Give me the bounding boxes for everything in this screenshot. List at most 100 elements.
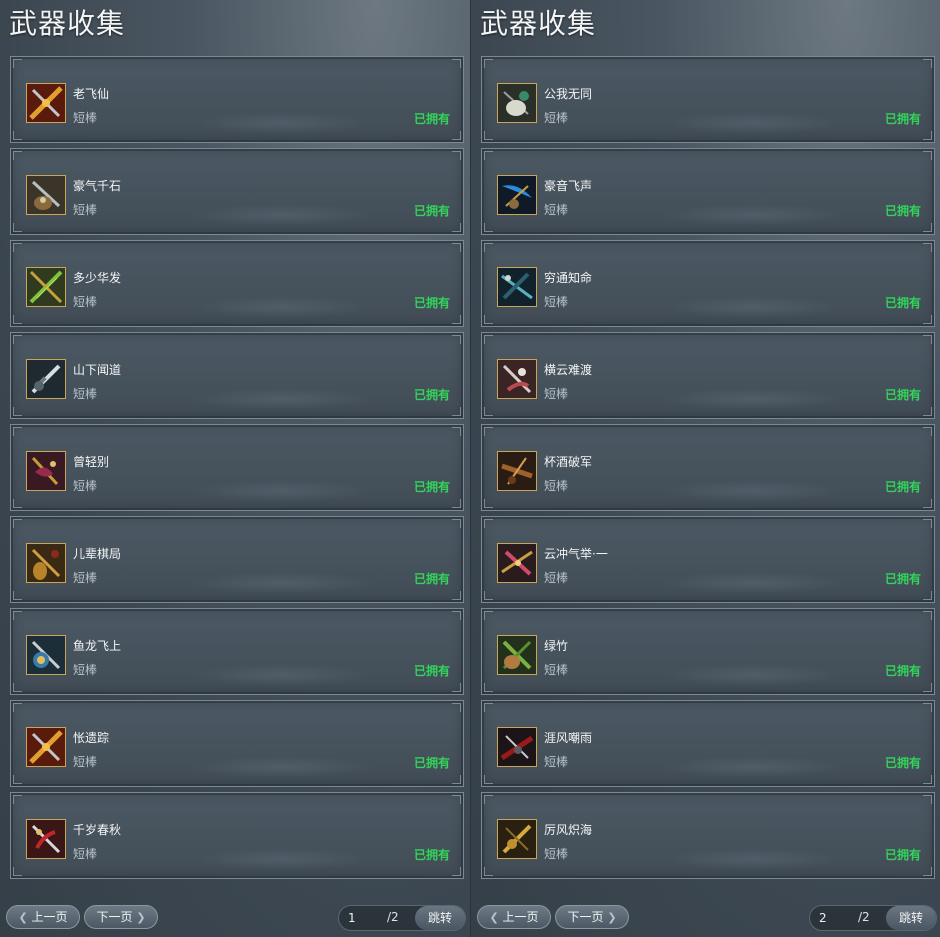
weapon-type: 短棒 xyxy=(544,571,569,585)
weapon-type: 短棒 xyxy=(73,387,98,401)
owned-status: 已拥有 xyxy=(413,296,450,310)
prev-page-button[interactable]: ❮ 上一页 xyxy=(6,905,80,929)
chevron-right-icon: ❯ xyxy=(136,911,146,924)
weapon-type: 短棒 xyxy=(73,479,98,493)
next-page-button[interactable]: 下一页 ❯ xyxy=(84,905,158,929)
dark-red-blade-icon xyxy=(497,727,537,767)
weapon-type: 短棒 xyxy=(544,295,569,309)
weapon-list: 老飞仙 短棒 已拥有 豪气千石 短棒 已拥有 多少华发 短棒 已拥有 山下闻道 … xyxy=(10,56,464,884)
red-ribbon-sword-icon xyxy=(26,819,66,859)
weapon-type: 短棒 xyxy=(544,203,569,217)
owned-status: 已拥有 xyxy=(413,572,450,586)
weapon-type: 短棒 xyxy=(544,479,569,493)
weapon-type: 短棒 xyxy=(73,755,98,769)
teal-spear-icon xyxy=(497,267,537,307)
weapon-name: 厉风炽海 xyxy=(544,823,593,837)
weapon-name: 多少华发 xyxy=(73,271,122,285)
weapon-name: 云冲气举·一 xyxy=(544,547,608,561)
prev-page-button[interactable]: ❮ 上一页 xyxy=(477,905,551,929)
weapon-name: 曾轻别 xyxy=(73,455,110,469)
bronze-blade-icon xyxy=(497,451,537,491)
weapon-collection-panel-page-1: 武器收集 老飞仙 短棒 已拥有 豪气千石 短棒 已拥有 多少华发 短棒 已拥有 … xyxy=(0,0,470,937)
chevron-right-icon: ❯ xyxy=(607,911,617,924)
weapon-type: 短棒 xyxy=(544,663,569,677)
owned-status: 已拥有 xyxy=(884,664,921,678)
weapon-card[interactable]: 多少华发 短棒 已拥有 xyxy=(10,240,464,327)
pagination-bar: ❮ 上一页 下一页 ❯ 1 /2 跳转 xyxy=(0,905,470,931)
crossed-green-blades-icon xyxy=(26,267,66,307)
weapon-card[interactable]: 公我无同 短棒 已拥有 xyxy=(481,56,935,143)
weapon-card[interactable]: 豪音飞声 短棒 已拥有 xyxy=(481,148,935,235)
weapon-card[interactable]: 曾轻别 短棒 已拥有 xyxy=(10,424,464,511)
weapon-card[interactable]: 怅遗踪 短棒 已拥有 xyxy=(10,700,464,787)
owned-status: 已拥有 xyxy=(884,204,921,218)
owned-status: 已拥有 xyxy=(884,112,921,126)
weapon-card[interactable]: 厉风炽海 短棒 已拥有 xyxy=(481,792,935,879)
weapon-name: 穷通知命 xyxy=(544,271,593,285)
sword-vase-icon xyxy=(26,543,66,583)
ribbon-sword-icon xyxy=(497,359,537,399)
owned-status: 已拥有 xyxy=(413,848,450,862)
prev-page-label: 上一页 xyxy=(502,910,539,924)
panel-title: 武器收集 xyxy=(9,7,126,40)
weapon-card[interactable]: 云冲气举·一 短棒 已拥有 xyxy=(481,516,935,603)
weapon-name: 山下闻道 xyxy=(73,363,122,377)
weapon-name: 杯酒破军 xyxy=(544,455,593,469)
weapon-name: 豪气千石 xyxy=(73,179,122,193)
owned-status: 已拥有 xyxy=(884,572,921,586)
red-axe-icon xyxy=(26,451,66,491)
weapon-card[interactable]: 横云难渡 短棒 已拥有 xyxy=(481,332,935,419)
weapon-name: 千岁春秋 xyxy=(73,823,122,837)
weapon-type: 短棒 xyxy=(73,571,98,585)
crossed-sword-gold-icon xyxy=(26,727,66,767)
weapon-type: 短棒 xyxy=(544,387,569,401)
weapon-type: 短棒 xyxy=(544,755,569,769)
silver-sword-icon xyxy=(26,359,66,399)
weapon-card[interactable]: 涯风嘲雨 短棒 已拥有 xyxy=(481,700,935,787)
weapon-type: 短棒 xyxy=(73,663,98,677)
crossed-sword-gold-icon xyxy=(26,83,66,123)
weapon-collection-screen: 武器收集 老飞仙 短棒 已拥有 豪气千石 短棒 已拥有 多少华发 短棒 已拥有 … xyxy=(0,0,940,937)
weapon-card[interactable]: 山下闻道 短棒 已拥有 xyxy=(10,332,464,419)
weapon-name: 绿竹 xyxy=(544,639,569,653)
jump-button[interactable]: 跳转 xyxy=(415,906,465,930)
weapon-card[interactable]: 儿辈棋局 短棒 已拥有 xyxy=(10,516,464,603)
weapon-name: 老飞仙 xyxy=(73,87,110,101)
pink-crossed-icon xyxy=(497,543,537,583)
weapon-card[interactable]: 穷通知命 短棒 已拥有 xyxy=(481,240,935,327)
weapon-card[interactable]: 鱼龙飞上 短棒 已拥有 xyxy=(10,608,464,695)
panel-title: 武器收集 xyxy=(480,7,597,40)
weapon-type: 短棒 xyxy=(73,295,98,309)
page-jump-box: 2 /2 跳转 xyxy=(809,905,937,931)
jade-gourd-icon xyxy=(497,83,537,123)
sword-gourd-icon xyxy=(26,175,66,215)
weapon-card[interactable]: 老飞仙 短棒 已拥有 xyxy=(10,56,464,143)
weapon-card[interactable]: 杯酒破军 短棒 已拥有 xyxy=(481,424,935,511)
weapon-name: 豪音飞声 xyxy=(544,179,593,193)
weapon-card[interactable]: 豪气千石 短棒 已拥有 xyxy=(10,148,464,235)
owned-status: 已拥有 xyxy=(884,296,921,310)
weapon-name: 横云难渡 xyxy=(544,363,593,377)
page-total: /2 xyxy=(387,910,399,924)
jump-button[interactable]: 跳转 xyxy=(886,906,936,930)
owned-status: 已拥有 xyxy=(413,756,450,770)
owned-status: 已拥有 xyxy=(884,388,921,402)
owned-status: 已拥有 xyxy=(884,756,921,770)
owned-status: 已拥有 xyxy=(413,388,450,402)
bamboo-gourd-icon xyxy=(497,635,537,675)
prev-page-label: 上一页 xyxy=(31,910,68,924)
weapon-type: 短棒 xyxy=(73,203,98,217)
weapon-collection-panel-page-2: 武器收集 公我无同 短棒 已拥有 豪音飞声 短棒 已拥有 穷通知命 短棒 已拥有… xyxy=(470,0,940,937)
weapon-type: 短棒 xyxy=(544,847,569,861)
weapon-name: 儿辈棋局 xyxy=(73,547,122,561)
weapon-name: 公我无同 xyxy=(544,87,593,101)
next-page-button[interactable]: 下一页 ❯ xyxy=(555,905,629,929)
weapon-card[interactable]: 绿竹 短棒 已拥有 xyxy=(481,608,935,695)
weapon-list: 公我无同 短棒 已拥有 豪音飞声 短棒 已拥有 穷通知命 短棒 已拥有 横云难渡… xyxy=(481,56,935,884)
owned-status: 已拥有 xyxy=(413,204,450,218)
gold-dagger-icon xyxy=(497,819,537,859)
weapon-card[interactable]: 千岁春秋 短棒 已拥有 xyxy=(10,792,464,879)
weapon-name: 怅遗踪 xyxy=(73,731,110,745)
owned-status: 已拥有 xyxy=(413,664,450,678)
weapon-name: 涯风嘲雨 xyxy=(544,731,593,745)
